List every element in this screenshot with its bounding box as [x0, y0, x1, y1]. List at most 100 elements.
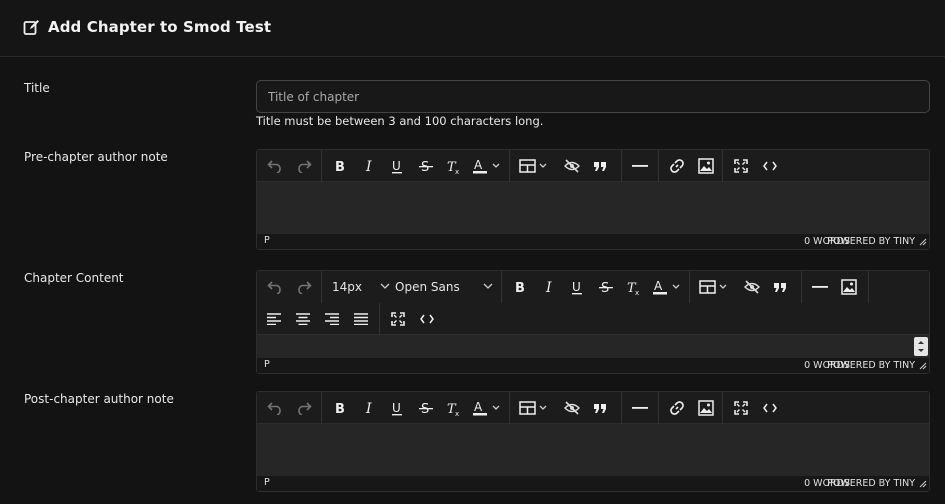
resize-handle-icon[interactable] — [919, 362, 927, 370]
text-color-button[interactable]: A — [471, 154, 505, 178]
code-icon — [420, 314, 434, 324]
text-color-button[interactable]: A — [651, 275, 685, 299]
horizontal-line-icon — [632, 165, 648, 167]
svg-text:A: A — [474, 400, 483, 414]
italic-button[interactable]: I — [357, 396, 381, 420]
fullscreen-button[interactable] — [729, 154, 753, 178]
svg-text:U: U — [392, 159, 401, 173]
undo-button[interactable] — [264, 275, 286, 299]
editor-content-area[interactable] — [257, 424, 929, 476]
clear-formatting-button[interactable]: Tx — [442, 154, 466, 178]
table-button[interactable] — [698, 275, 732, 299]
source-code-button[interactable] — [758, 396, 782, 420]
source-code-button[interactable] — [758, 154, 782, 178]
fullscreen-icon — [391, 312, 405, 326]
fullscreen-button[interactable] — [386, 307, 410, 331]
horizontal-rule-button[interactable] — [628, 396, 652, 420]
pre-note-editor: B I U S Tx A P 0 WORDS POWERED BY TINY — [256, 149, 930, 250]
link-button[interactable] — [665, 154, 689, 178]
font-family-value: Open Sans — [395, 280, 460, 294]
align-center-button[interactable] — [291, 307, 315, 331]
hide-button[interactable] — [740, 275, 764, 299]
quote-icon — [594, 404, 606, 413]
editor-statusbar: P 0 WORDS POWERED BY TINY — [257, 234, 929, 249]
content-editor: 14px Open Sans B I U S Tx A P 0 WORDS PO… — [256, 270, 930, 374]
source-code-button[interactable] — [415, 307, 439, 331]
blockquote-button[interactable] — [768, 275, 792, 299]
element-path[interactable]: P — [264, 477, 270, 488]
blockquote-button[interactable] — [588, 154, 612, 178]
align-right-button[interactable] — [320, 307, 344, 331]
clear-formatting-button[interactable]: Tx — [622, 275, 646, 299]
bold-button[interactable]: B — [508, 275, 532, 299]
element-path[interactable]: P — [264, 235, 270, 246]
link-button[interactable] — [665, 396, 689, 420]
undo-button[interactable] — [264, 396, 286, 420]
image-button[interactable] — [694, 396, 718, 420]
editor-content-area[interactable] — [257, 335, 929, 358]
title-input[interactable] — [256, 80, 930, 113]
undo-icon — [267, 281, 281, 294]
image-button[interactable] — [694, 154, 718, 178]
edit-icon — [23, 20, 39, 35]
editor-toolbar: B I U S Tx A — [257, 150, 929, 182]
bold-button[interactable]: B — [328, 396, 352, 420]
table-button[interactable] — [518, 154, 552, 178]
bold-button[interactable]: B — [328, 154, 352, 178]
italic-button[interactable]: I — [537, 275, 561, 299]
svg-text:U: U — [392, 401, 401, 415]
eye-off-icon — [744, 280, 760, 294]
redo-icon — [298, 281, 312, 294]
hide-button[interactable] — [560, 154, 584, 178]
table-button[interactable] — [518, 396, 552, 420]
image-button[interactable] — [837, 275, 861, 299]
fullscreen-button[interactable] — [729, 396, 753, 420]
underline-button[interactable]: U — [385, 154, 409, 178]
link-icon — [670, 159, 684, 173]
resize-handle-icon[interactable] — [919, 238, 927, 246]
bold-icon: B — [335, 402, 345, 415]
justify-button[interactable] — [349, 307, 373, 331]
font-family-select[interactable]: Open Sans — [395, 275, 495, 299]
redo-button[interactable] — [293, 396, 315, 420]
strikethrough-button[interactable]: S — [414, 396, 438, 420]
align-left-button[interactable] — [262, 307, 286, 331]
resize-handle-icon[interactable] — [919, 480, 927, 488]
strikethrough-button[interactable]: S — [414, 154, 438, 178]
powered-by-link[interactable]: POWERED BY TINY — [827, 360, 915, 371]
italic-icon: I — [365, 159, 372, 173]
font-size-select[interactable]: 14px — [332, 275, 390, 299]
clear-formatting-button[interactable]: Tx — [442, 396, 466, 420]
horizontal-line-icon — [632, 407, 648, 409]
underline-icon: U — [392, 159, 402, 173]
underline-button[interactable]: U — [385, 396, 409, 420]
eye-off-icon — [564, 401, 580, 415]
code-icon — [763, 161, 777, 171]
scroll-stepper[interactable] — [914, 337, 928, 356]
align-right-icon — [325, 313, 339, 325]
editor-toolbar-row-2 — [257, 303, 929, 335]
clear-formatting-icon: Tx — [447, 160, 459, 174]
svg-text:I: I — [365, 159, 372, 173]
hide-button[interactable] — [560, 396, 584, 420]
powered-by-link[interactable]: POWERED BY TINY — [827, 236, 915, 247]
horizontal-rule-button[interactable] — [628, 154, 652, 178]
redo-button[interactable] — [293, 154, 315, 178]
chevron-up-down-icon — [918, 341, 924, 352]
element-path[interactable]: P — [264, 359, 270, 370]
undo-button[interactable] — [264, 154, 286, 178]
strikethrough-button[interactable]: S — [594, 275, 618, 299]
undo-icon — [267, 402, 281, 415]
blockquote-button[interactable] — [588, 396, 612, 420]
editor-content-area[interactable] — [257, 182, 929, 234]
powered-by-link[interactable]: POWERED BY TINY — [827, 478, 915, 489]
horizontal-rule-button[interactable] — [808, 275, 832, 299]
underline-button[interactable]: U — [565, 275, 589, 299]
font-size-value: 14px — [332, 280, 362, 294]
redo-button[interactable] — [293, 275, 315, 299]
text-color-button[interactable]: A — [471, 396, 505, 420]
italic-button[interactable]: I — [357, 154, 381, 178]
svg-text:I: I — [365, 401, 372, 415]
svg-text:U: U — [572, 280, 581, 294]
image-icon — [698, 400, 714, 416]
